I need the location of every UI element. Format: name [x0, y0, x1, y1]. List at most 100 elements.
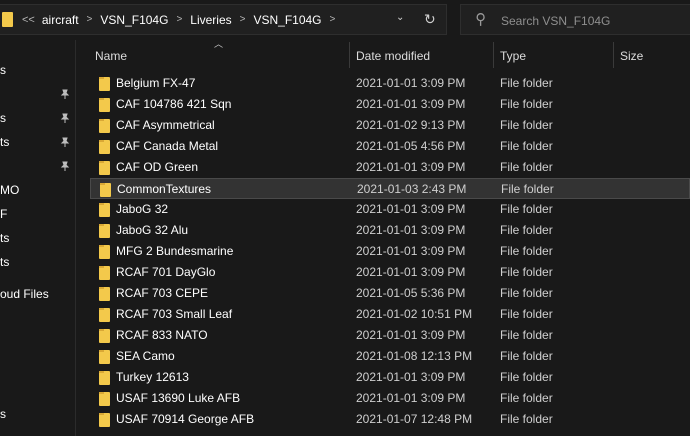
breadcrumb-overflow-icon[interactable]: << [22, 14, 35, 26]
file-name[interactable]: JaboG 32 Alu [116, 223, 188, 237]
file-type: File folder [500, 349, 553, 363]
breadcrumb-item-aircraft[interactable]: aircraft [42, 13, 79, 27]
column-header-name[interactable]: Name [95, 44, 127, 68]
file-row[interactable]: RCAF 701 DayGlo 2021-01-01 3:09 PM File fo… [90, 262, 690, 283]
file-name[interactable]: RCAF 703 Small Leaf [116, 307, 232, 321]
column-divider[interactable] [493, 42, 494, 68]
file-row[interactable]: USAF 70914 George AFB 2021-01-07 12:48 PM… [90, 409, 690, 430]
file-row[interactable]: USAF 13690 Luke AFB 2021-01-01 3:09 PM Fil… [90, 388, 690, 409]
date-modified: 2021-01-05 5:36 PM [356, 286, 466, 300]
column-header-date-modified[interactable]: Date modified [356, 44, 430, 68]
folder-icon [99, 392, 110, 406]
file-name[interactable]: RCAF 703 CEPE [116, 286, 208, 300]
file-type: File folder [500, 244, 553, 258]
search-box[interactable]: ⚲ [460, 4, 690, 35]
nav-item[interactable]: oud Files [0, 287, 49, 301]
file-type: File folder [500, 286, 553, 300]
file-row[interactable]: RCAF 833 NATO 2021-01-01 3:09 PM File fold… [90, 325, 690, 346]
folder-icon [99, 266, 110, 280]
pin-icon[interactable] [60, 137, 70, 147]
nav-item[interactable]: s [0, 407, 6, 421]
file-row[interactable]: Turkey 12613 2021-01-01 3:09 PM File folde… [90, 367, 690, 388]
folder-icon [99, 413, 110, 427]
file-row[interactable]: MFG 2 Bundesmarine 2021-01-01 3:09 PM File… [90, 241, 690, 262]
file-name[interactable]: Belgium FX-47 [116, 76, 195, 90]
folder-icon [99, 224, 110, 238]
breadcrumb: << aircraft > VSN_F104G > Liveries > VSN… [22, 5, 343, 34]
file-name[interactable]: USAF 13690 Luke AFB [116, 391, 240, 405]
column-header-size[interactable]: Size [620, 44, 643, 68]
breadcrumb-item-vsn-f104g[interactable]: VSN_F104G [100, 13, 168, 27]
file-row[interactable]: CAF Asymmetrical 2021-01-02 9:13 PM File f… [90, 115, 690, 136]
file-row[interactable]: CAF OD Green 2021-01-01 3:09 PM File folde… [90, 157, 690, 178]
file-name[interactable]: SEA Camo [116, 349, 175, 363]
refresh-icon[interactable]: ↻ [424, 11, 436, 28]
nav-item[interactable]: F [0, 207, 7, 221]
folder-icon [99, 77, 110, 91]
chevron-right-icon[interactable]: > [176, 14, 182, 25]
folder-icon [99, 245, 110, 259]
file-name[interactable]: RCAF 701 DayGlo [116, 265, 215, 279]
date-modified: 2021-01-01 3:09 PM [356, 391, 466, 405]
folder-icon [100, 183, 111, 197]
file-row[interactable]: RCAF 703 CEPE 2021-01-05 5:36 PM File fold… [90, 283, 690, 304]
folder-icon [99, 371, 110, 385]
file-name[interactable]: JaboG 32 [116, 202, 168, 216]
date-modified: 2021-01-01 3:09 PM [356, 223, 466, 237]
folder-icon [99, 119, 110, 133]
file-name[interactable]: CAF Canada Metal [116, 139, 218, 153]
pin-icon[interactable] [60, 113, 70, 123]
nav-item[interactable]: s [0, 111, 6, 125]
file-type: File folder [500, 97, 553, 111]
column-divider[interactable] [613, 42, 614, 68]
file-type: File folder [500, 76, 553, 90]
file-name[interactable]: Turkey 12613 [116, 370, 189, 384]
chevron-right-icon[interactable]: > [240, 14, 246, 25]
chevron-right-icon[interactable]: > [87, 14, 93, 25]
file-row[interactable]: RCAF 703 Small Leaf 2021-01-02 10:51 PM Fi… [90, 304, 690, 325]
file-row[interactable]: CAF 104786 421 Sqn 2021-01-01 3:09 PM File… [90, 94, 690, 115]
file-row[interactable]: JaboG 32 2021-01-01 3:09 PM File folder [90, 199, 690, 220]
date-modified: 2021-01-01 3:09 PM [356, 202, 466, 216]
pane-divider[interactable] [75, 40, 76, 436]
file-row[interactable]: SEA Camo 2021-01-08 12:13 PM File folder [90, 346, 690, 367]
pin-icon[interactable] [60, 89, 70, 99]
column-divider[interactable] [349, 42, 350, 68]
column-header-type[interactable]: Type [500, 44, 526, 68]
nav-item[interactable]: s [0, 63, 6, 77]
file-row[interactable]: Belgium FX-47 2021-01-01 3:09 PM File fold… [90, 73, 690, 94]
search-input[interactable] [499, 10, 690, 31]
nav-item[interactable]: ts [0, 231, 9, 245]
file-name[interactable]: CAF OD Green [116, 160, 198, 174]
chevron-down-icon[interactable]: ⌄ [396, 12, 404, 23]
folder-icon [99, 350, 110, 364]
date-modified: 2021-01-03 2:43 PM [357, 182, 467, 196]
chevron-right-icon[interactable]: > [330, 14, 336, 25]
file-type: File folder [500, 160, 553, 174]
file-row[interactable]: CommonTextures 2021-01-03 2:43 PM File fol… [90, 178, 690, 199]
file-name[interactable]: USAF 70914 George AFB [116, 412, 254, 426]
date-modified: 2021-01-01 3:09 PM [356, 265, 466, 279]
file-name[interactable]: CAF 104786 421 Sqn [116, 97, 231, 111]
breadcrumb-item-liveries[interactable]: Liveries [190, 13, 231, 27]
breadcrumb-item-current[interactable]: VSN_F104G [253, 13, 321, 27]
navigation-pane[interactable]: s s ts MO F ts ts oud Files s [0, 40, 75, 436]
file-name[interactable]: MFG 2 Bundesmarine [116, 244, 233, 258]
file-row[interactable]: CAF Canada Metal 2021-01-05 4:56 PM File f… [90, 136, 690, 157]
nav-item[interactable]: MO [0, 183, 19, 197]
nav-item[interactable]: ts [0, 255, 9, 269]
date-modified: 2021-01-02 9:13 PM [356, 118, 466, 132]
file-row[interactable]: JaboG 32 Alu 2021-01-01 3:09 PM File folde… [90, 220, 690, 241]
date-modified: 2021-01-07 12:48 PM [356, 412, 473, 426]
pin-icon[interactable] [60, 161, 70, 171]
date-modified: 2021-01-01 3:09 PM [356, 76, 466, 90]
file-type: File folder [500, 202, 553, 216]
date-modified: 2021-01-02 10:51 PM [356, 307, 473, 321]
file-name[interactable]: RCAF 833 NATO [116, 328, 208, 342]
nav-item[interactable]: ts [0, 135, 9, 149]
file-type: File folder [500, 328, 553, 342]
address-bar[interactable]: << aircraft > VSN_F104G > Liveries > VSN… [0, 4, 447, 35]
file-type: File folder [500, 307, 553, 321]
file-name[interactable]: CommonTextures [117, 182, 211, 196]
file-name[interactable]: CAF Asymmetrical [116, 118, 215, 132]
